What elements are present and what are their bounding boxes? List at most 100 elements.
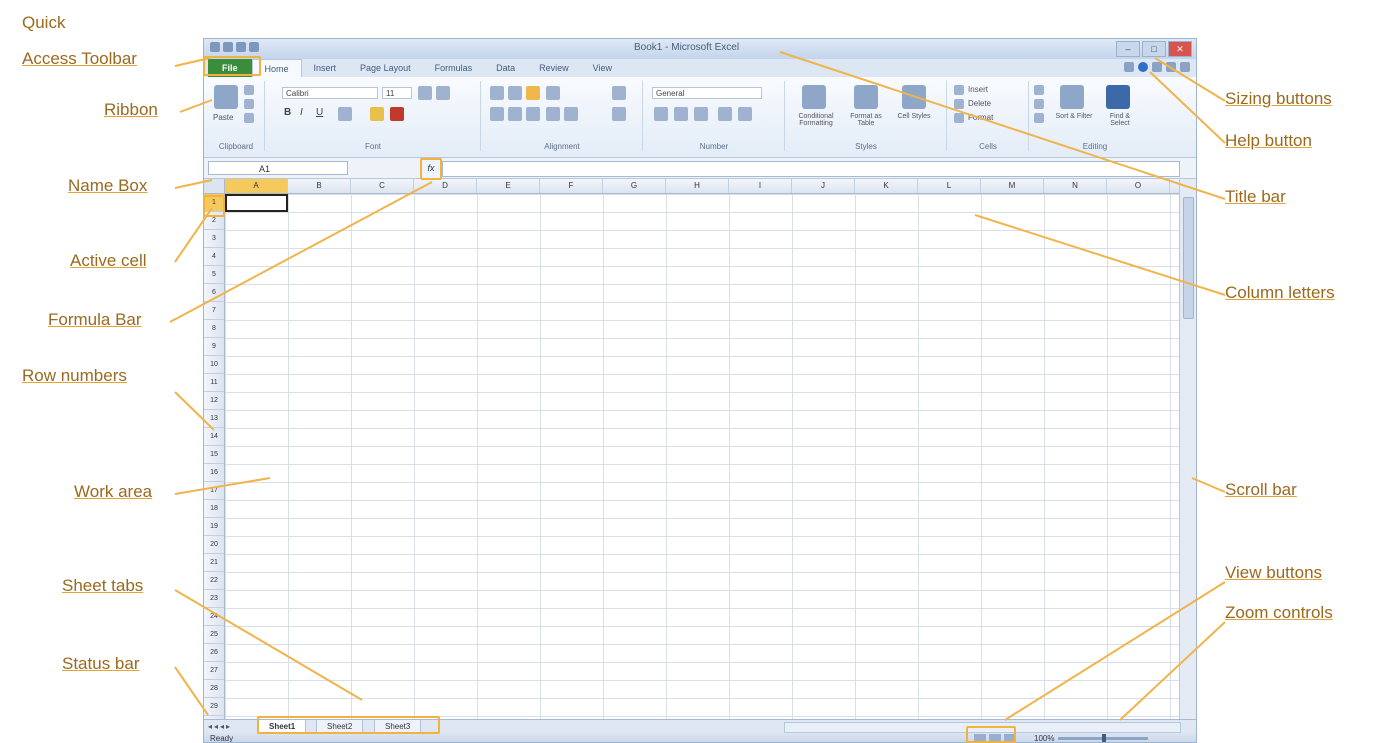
scroll-thumb[interactable] [1183,197,1194,319]
minimize-button[interactable]: – [1116,41,1140,57]
increase-decimal-icon[interactable] [718,107,732,121]
row-header-26[interactable]: 26 [204,644,224,662]
format-as-table-label[interactable]: Format as Table [844,113,888,127]
font-name-select[interactable]: Calibri [282,87,378,99]
zoom-slider[interactable] [1058,734,1149,742]
sheet-nav-arrows-icon[interactable]: ◂◂◂▸ [208,722,232,731]
decrease-decimal-icon[interactable] [738,107,752,121]
paste-icon[interactable] [214,85,238,109]
fill-icon[interactable] [1034,99,1044,109]
cell-styles-icon[interactable] [902,85,926,109]
column-header-c[interactable]: C [351,179,414,193]
column-header-n[interactable]: N [1044,179,1107,193]
row-header-29[interactable]: 29 [204,698,224,716]
column-header-f[interactable]: F [540,179,603,193]
sort-filter-label[interactable]: Sort & Filter [1054,113,1094,120]
font-color-icon[interactable] [390,107,404,121]
currency-icon[interactable] [654,107,668,121]
insert-cells-icon[interactable] [954,85,964,95]
column-header-j[interactable]: J [792,179,855,193]
zoom-level[interactable]: 100% [1034,734,1054,742]
row-header-19[interactable]: 19 [204,518,224,536]
increase-indent-icon[interactable] [564,107,578,121]
column-header-i[interactable]: I [729,179,792,193]
column-header-o[interactable]: O [1107,179,1170,193]
percent-icon[interactable] [674,107,688,121]
italic-button[interactable]: I [300,107,303,118]
find-select-label[interactable]: Find & Select [1100,113,1140,127]
format-cells-icon[interactable] [954,113,964,123]
column-header-m[interactable]: M [981,179,1044,193]
row-header-14[interactable]: 14 [204,428,224,446]
number-format-select[interactable]: General [652,87,762,99]
borders-icon[interactable] [338,107,352,121]
format-cells-label[interactable]: Format [968,113,993,122]
row-header-12[interactable]: 12 [204,392,224,410]
align-top-icon[interactable] [490,86,504,100]
maximize-button[interactable]: □ [1142,41,1166,57]
row-header-15[interactable]: 15 [204,446,224,464]
column-header-a[interactable]: A [225,179,288,193]
bold-button[interactable]: B [284,107,291,118]
tab-data[interactable]: Data [484,59,527,77]
row-header-21[interactable]: 21 [204,554,224,572]
tab-review[interactable]: Review [527,59,581,77]
decrease-indent-icon[interactable] [546,107,560,121]
row-header-24[interactable]: 24 [204,608,224,626]
format-painter-icon[interactable] [244,113,254,123]
redo-icon[interactable] [249,42,259,52]
row-header-11[interactable]: 11 [204,374,224,392]
delete-cells-label[interactable]: Delete [968,99,991,108]
column-header-l[interactable]: L [918,179,981,193]
row-header-13[interactable]: 13 [204,410,224,428]
insert-cells-label[interactable]: Insert [968,85,988,94]
quick-access-toolbar[interactable] [210,42,259,52]
grow-font-icon[interactable] [418,86,432,100]
column-header-g[interactable]: G [603,179,666,193]
align-center-icon[interactable] [508,107,522,121]
window-minimize-icon[interactable] [1152,62,1162,72]
row-header-23[interactable]: 23 [204,590,224,608]
row-header-10[interactable]: 10 [204,356,224,374]
merge-center-icon[interactable] [612,107,626,121]
row-header-25[interactable]: 25 [204,626,224,644]
row-header-7[interactable]: 7 [204,302,224,320]
column-header-d[interactable]: D [414,179,477,193]
window-close-icon[interactable] [1180,62,1190,72]
align-left-icon[interactable] [490,107,504,121]
align-middle-icon[interactable] [508,86,522,100]
worksheet-grid[interactable] [225,194,1180,719]
tab-insert[interactable]: Insert [302,59,349,77]
align-bottom-icon[interactable] [526,86,540,100]
close-button[interactable]: ✕ [1168,41,1192,57]
fill-color-icon[interactable] [370,107,384,121]
row-header-20[interactable]: 20 [204,536,224,554]
name-box[interactable]: A1 [208,161,348,175]
minimize-ribbon-icon[interactable] [1124,62,1134,72]
row-header-22[interactable]: 22 [204,572,224,590]
conditional-formatting-icon[interactable] [802,85,826,109]
formula-input[interactable] [442,161,1180,177]
row-header-28[interactable]: 28 [204,680,224,698]
tab-formulas[interactable]: Formulas [423,59,485,77]
row-header-6[interactable]: 6 [204,284,224,302]
column-header-e[interactable]: E [477,179,540,193]
clear-icon[interactable] [1034,113,1044,123]
zoom-slider-handle[interactable] [1102,734,1107,742]
sort-filter-icon[interactable] [1060,85,1084,109]
help-icon[interactable] [1138,62,1148,72]
select-all-corner[interactable] [204,179,225,193]
column-header-h[interactable]: H [666,179,729,193]
vertical-scroll-bar[interactable] [1179,179,1196,719]
column-header-b[interactable]: B [288,179,351,193]
row-header-5[interactable]: 5 [204,266,224,284]
row-header-4[interactable]: 4 [204,248,224,266]
row-header-17[interactable]: 17 [204,482,224,500]
format-as-table-icon[interactable] [854,85,878,109]
comma-style-icon[interactable] [694,107,708,121]
font-size-select[interactable]: 11 [382,87,412,99]
window-restore-icon[interactable] [1166,62,1176,72]
align-right-icon[interactable] [526,107,540,121]
orientation-icon[interactable] [546,86,560,100]
find-select-icon[interactable] [1106,85,1130,109]
